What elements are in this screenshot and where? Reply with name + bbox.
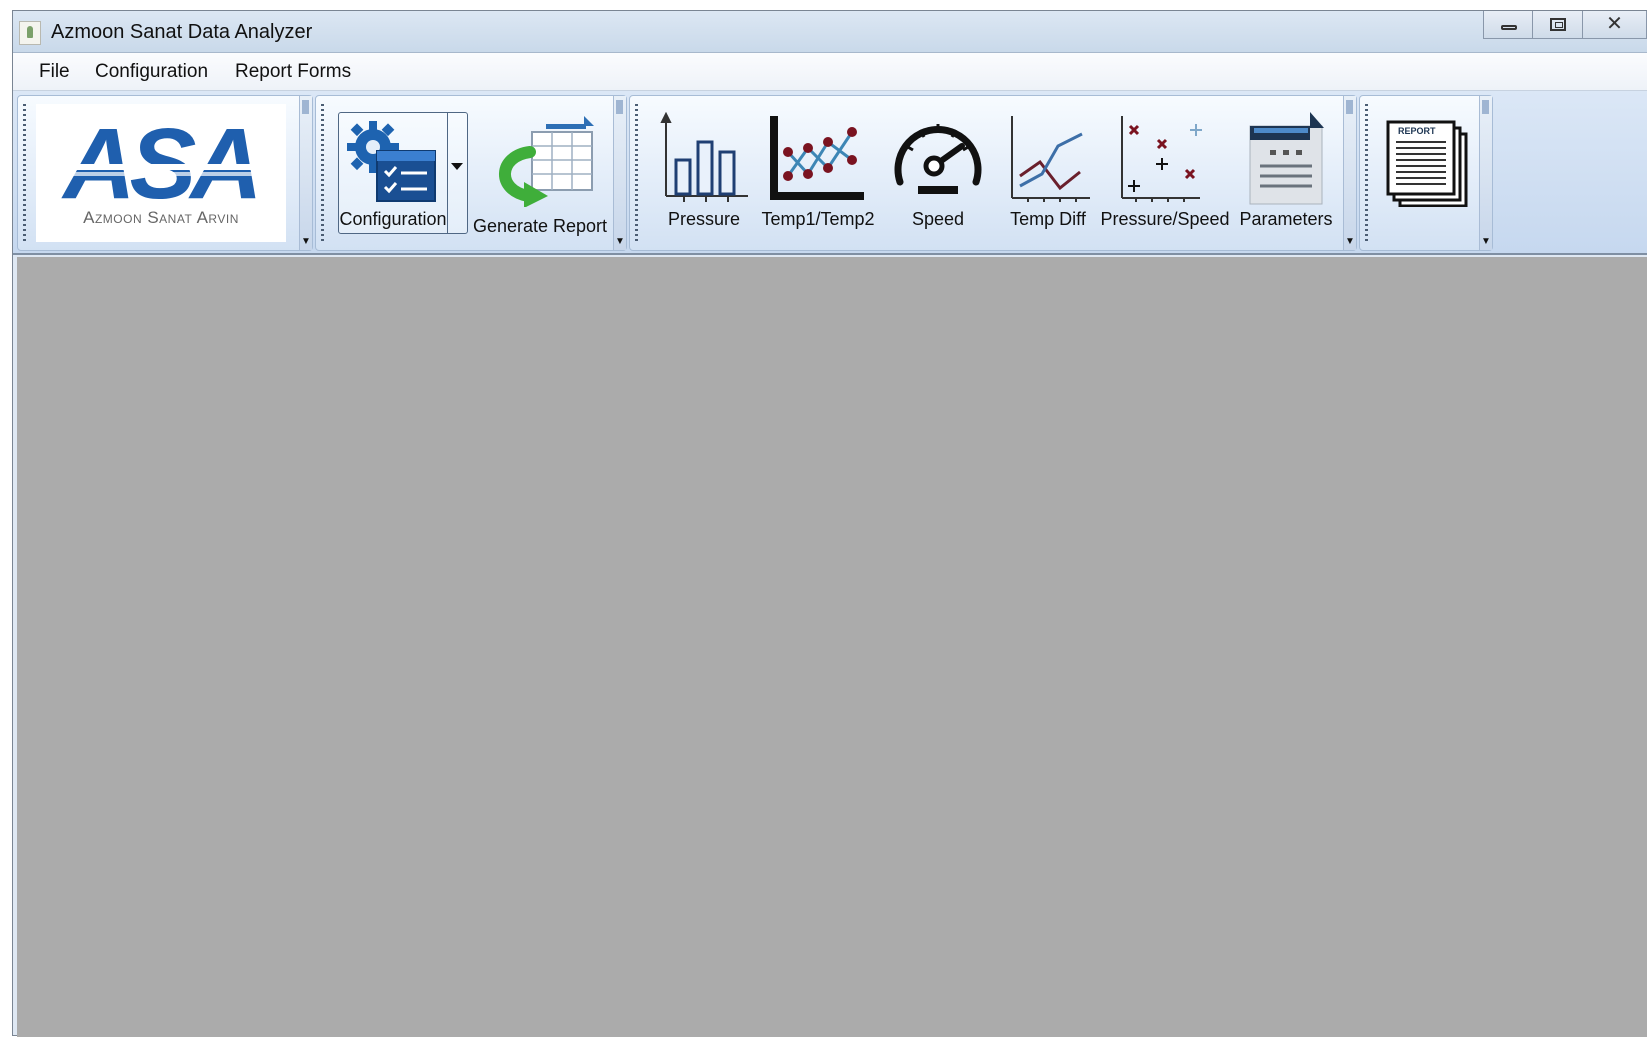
dropdown-arrow-icon[interactable] bbox=[451, 163, 463, 170]
maximize-button[interactable] bbox=[1533, 11, 1583, 39]
pressure-speed-chart-button[interactable]: Pressure/Speed bbox=[1100, 104, 1230, 242]
close-icon: ✕ bbox=[1606, 13, 1623, 35]
chevron-down-icon: ▼ bbox=[1481, 236, 1491, 247]
toolbar-grip[interactable] bbox=[321, 104, 324, 242]
temp1-temp2-label: Temp1/Temp2 bbox=[761, 209, 875, 229]
temp-diff-label: Temp Diff bbox=[1010, 209, 1086, 229]
configuration-gear-icon bbox=[347, 121, 436, 202]
chevron-down-icon: ▼ bbox=[615, 236, 625, 247]
configuration-button-label: Configuration bbox=[339, 209, 447, 229]
toolbar-container: ASA Azmoon Sanat Arvin ▼ Configuration G… bbox=[13, 91, 1647, 255]
close-button[interactable]: ✕ bbox=[1583, 11, 1647, 39]
menu-configuration[interactable]: Configuration bbox=[89, 61, 214, 83]
mdi-workspace[interactable] bbox=[17, 257, 1647, 1037]
toolbar-overflow-button[interactable]: ▼ bbox=[299, 96, 312, 250]
toolbar-grip[interactable] bbox=[23, 104, 26, 242]
chevron-down-icon: ▼ bbox=[301, 236, 311, 247]
toolbar-strip-actions: Configuration Generate Report ▼ bbox=[315, 95, 627, 251]
minimize-icon bbox=[1501, 25, 1517, 30]
main-window: Azmoon Sanat Data Analyzer ✕ File Config… bbox=[12, 10, 1647, 1037]
toolbar-strip-charts: Pressure Temp1/Temp2 Speed Temp Diff Pre… bbox=[629, 95, 1357, 251]
report-button[interactable]: REPORT bbox=[1382, 104, 1478, 242]
toolbar-strip-logo: ASA Azmoon Sanat Arvin ▼ bbox=[17, 95, 313, 251]
parameters-label: Parameters bbox=[1239, 209, 1333, 229]
configuration-split-button[interactable]: Configuration bbox=[338, 112, 468, 234]
toolbar-overflow-button[interactable]: ▼ bbox=[1479, 96, 1492, 250]
window-controls: ✕ bbox=[1483, 11, 1647, 41]
title-bar[interactable]: Azmoon Sanat Data Analyzer ✕ bbox=[13, 11, 1647, 53]
toolbar-grip[interactable] bbox=[1365, 104, 1368, 242]
speed-label: Speed bbox=[911, 209, 965, 229]
svg-text:REPORT: REPORT bbox=[1398, 126, 1436, 136]
speed-chart-button[interactable]: Speed bbox=[884, 104, 992, 242]
minimize-button[interactable] bbox=[1483, 11, 1533, 39]
pressure-chart-button[interactable]: Pressure bbox=[654, 104, 754, 242]
document-list-icon bbox=[1249, 112, 1324, 205]
scatter-chart-icon bbox=[1121, 116, 1202, 202]
report-document-icon: REPORT bbox=[1386, 120, 1468, 207]
toolbar-overflow-button[interactable]: ▼ bbox=[613, 96, 626, 250]
app-icon[interactable] bbox=[19, 21, 41, 45]
restore-icon bbox=[1550, 18, 1566, 31]
speedometer-icon bbox=[894, 124, 982, 194]
cross-lines-chart-icon bbox=[1011, 116, 1090, 202]
generate-report-label: Generate Report bbox=[472, 216, 608, 236]
temp-diff-chart-button[interactable]: Temp Diff bbox=[1002, 104, 1094, 242]
bar-chart-icon bbox=[660, 112, 748, 202]
pressure-label: Pressure bbox=[667, 209, 741, 229]
logo-caption: Azmoon Sanat Arvin bbox=[83, 208, 239, 227]
toolbar-strip-report: REPORT ▼ bbox=[1359, 95, 1493, 251]
temp1-temp2-chart-button[interactable]: Temp1/Temp2 bbox=[761, 104, 875, 242]
parameters-button[interactable]: Parameters bbox=[1238, 104, 1334, 242]
chevron-down-icon: ▼ bbox=[1345, 236, 1355, 247]
svg-text:ASA: ASA bbox=[60, 114, 256, 210]
menu-report-forms[interactable]: Report Forms bbox=[229, 61, 357, 83]
window-title: Azmoon Sanat Data Analyzer bbox=[51, 21, 313, 43]
menu-file[interactable]: File bbox=[33, 61, 76, 83]
asa-logo-icon: ASA bbox=[58, 114, 263, 210]
toolbar-overflow-button[interactable]: ▼ bbox=[1343, 96, 1356, 250]
toolbar-grip[interactable] bbox=[635, 104, 638, 242]
split-divider bbox=[447, 113, 448, 233]
generate-report-button[interactable]: Generate Report bbox=[473, 104, 607, 242]
menu-bar: File Configuration Report Forms bbox=[13, 53, 1647, 91]
line-chart-icon bbox=[770, 116, 864, 200]
generate-report-icon bbox=[499, 116, 594, 207]
pressure-speed-label: Pressure/Speed bbox=[1100, 209, 1230, 229]
company-logo: ASA Azmoon Sanat Arvin bbox=[36, 104, 286, 242]
